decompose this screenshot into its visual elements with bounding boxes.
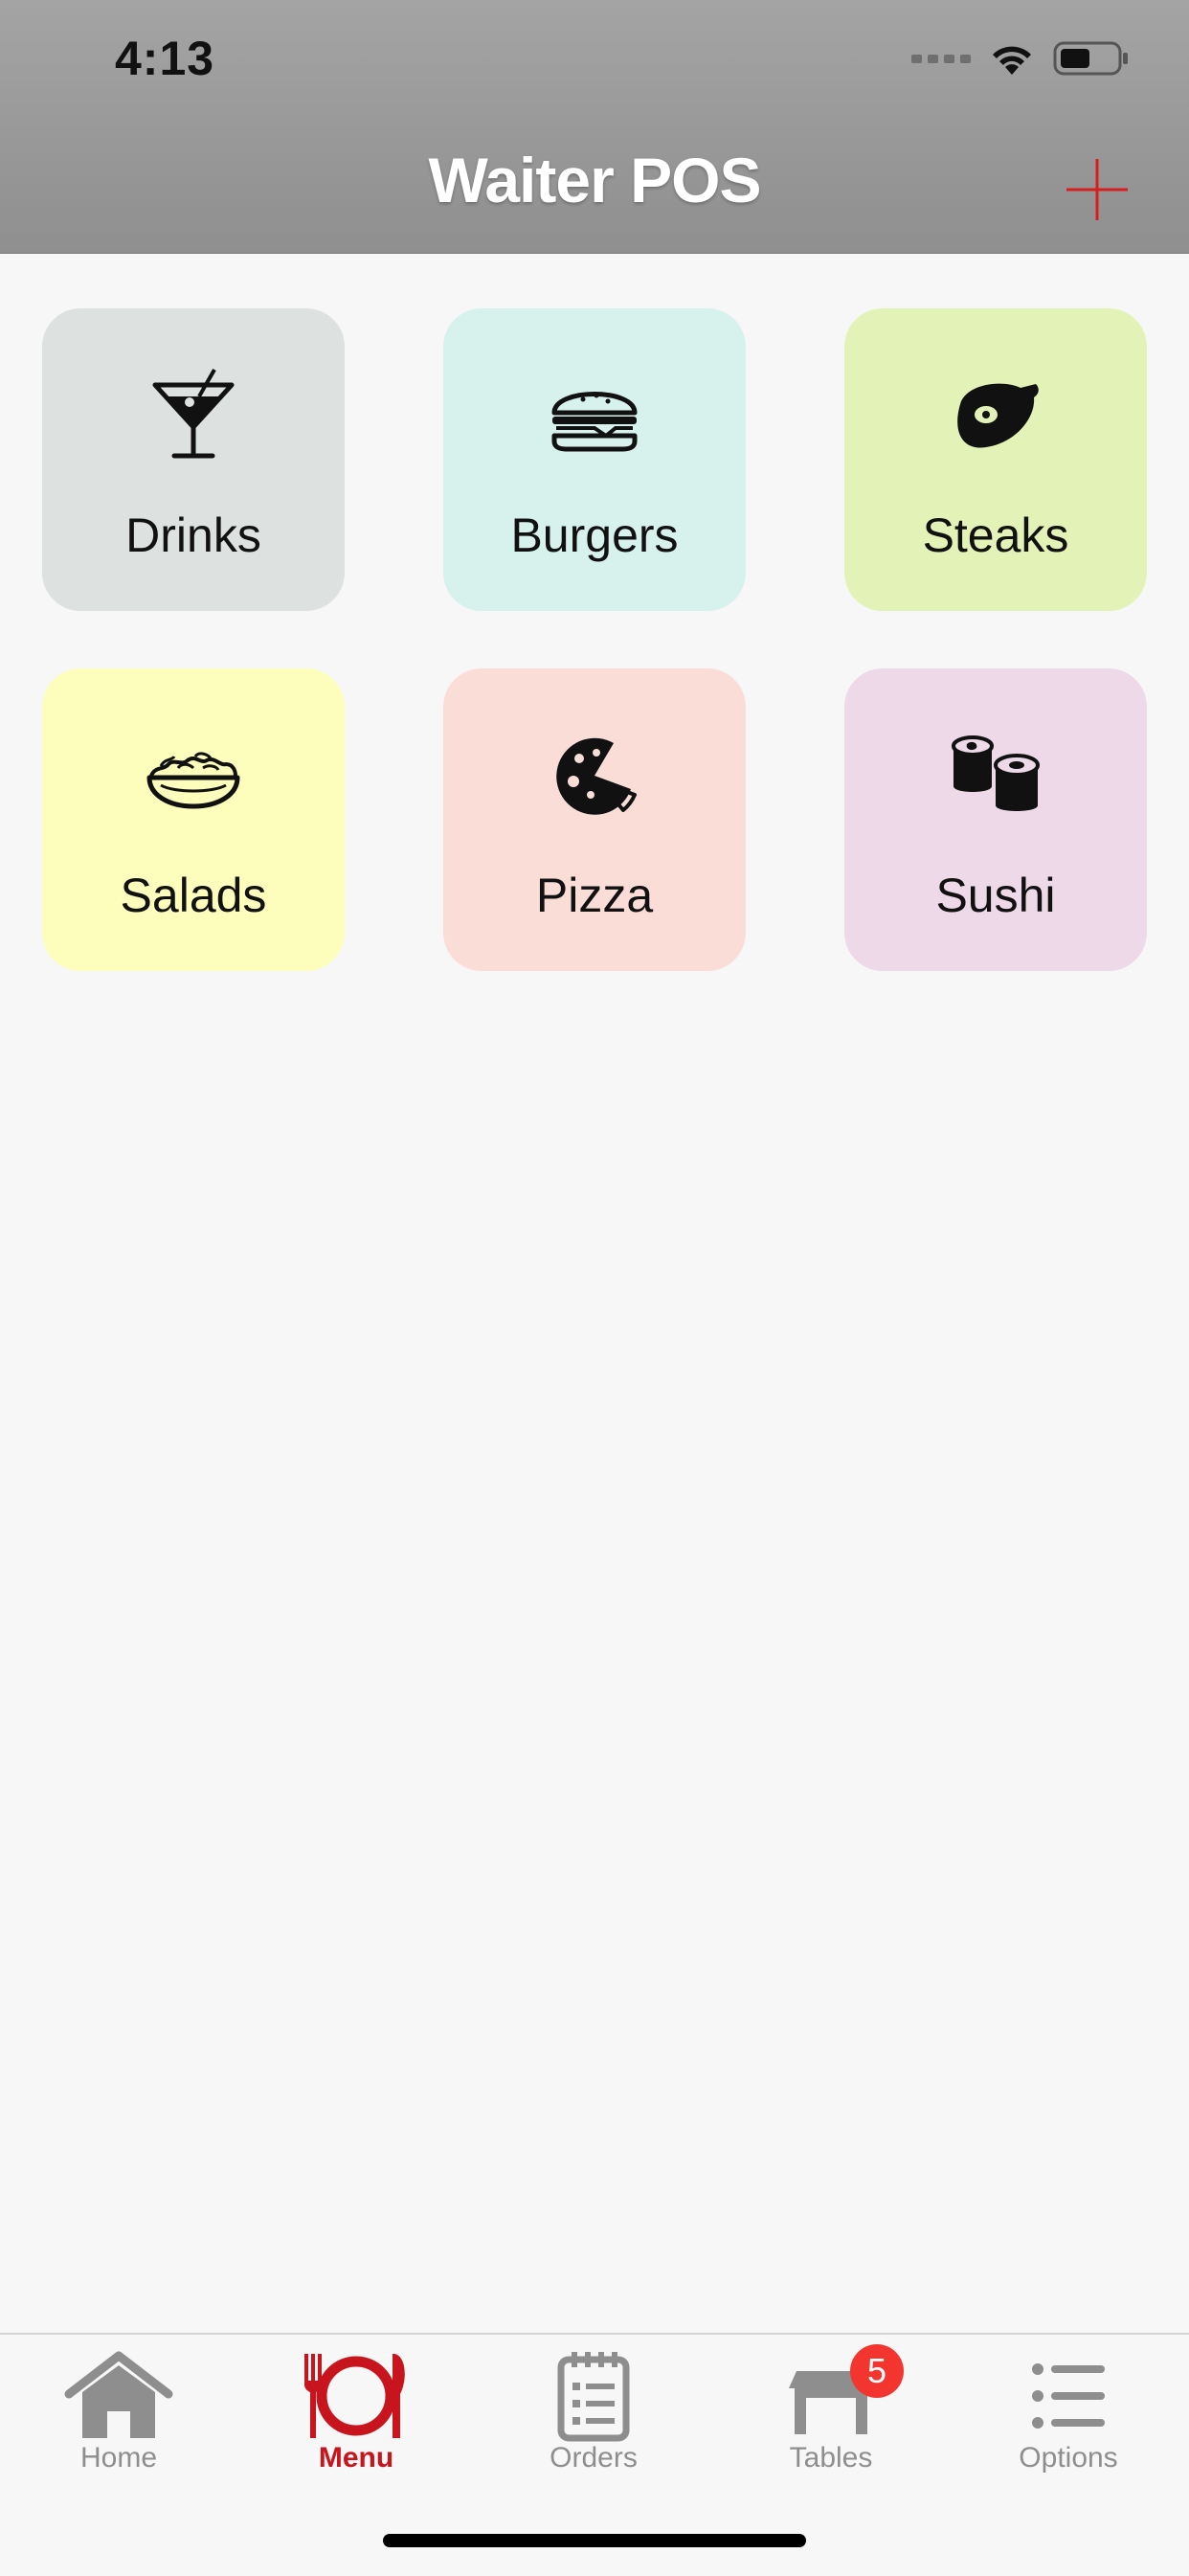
category-grid: Drinks Burgers Steaks Salads Pizza Sushi [42,308,1147,971]
tab-label: Orders [550,2442,638,2474]
sushi-icon [844,728,1147,824]
tab-label: Options [1019,2442,1118,2474]
category-label: Steaks [922,508,1069,562]
tab-home[interactable]: Home [0,2335,237,2488]
burger-icon [443,368,746,463]
tables-badge: 5 [850,2344,904,2398]
tab-options[interactable]: Options [950,2335,1187,2488]
plus-icon [1066,159,1128,220]
tab-label: Tables [789,2442,873,2474]
list-icon [950,2348,1187,2444]
add-button[interactable] [1063,155,1132,224]
table-icon [712,2348,950,2444]
pizza-icon [443,728,746,824]
category-label: Pizza [535,869,654,922]
tab-orders[interactable]: Orders [475,2335,712,2488]
signal-icon [911,54,971,63]
plate-cutlery-icon [237,2348,475,2444]
category-label: Sushi [935,869,1056,922]
tab-label: Home [79,2442,158,2474]
tab-tables[interactable]: 5 Tables [712,2335,950,2488]
category-label: Drinks [125,508,261,562]
clipboard-icon [475,2348,712,2444]
navigation-header: 4:13 Waiter POS [0,0,1189,254]
category-label: Burgers [510,508,679,562]
category-tile-salads[interactable]: Salads [42,668,345,971]
category-tile-steaks[interactable]: Steaks [844,308,1147,611]
home-indicator [383,2534,806,2547]
salad-icon [42,728,345,824]
category-tile-pizza[interactable]: Pizza [443,668,746,971]
category-label: Salads [120,869,267,922]
steak-icon [844,368,1147,463]
category-tile-burgers[interactable]: Burgers [443,308,746,611]
tab-label: Menu [318,2442,394,2474]
tab-menu[interactable]: Menu [237,2335,475,2488]
status-time: 4:13 [115,32,215,85]
wifi-icon [988,40,1036,77]
cocktail-icon [42,368,345,463]
battery-icon [1053,40,1130,77]
page-title: Waiter POS [428,145,762,215]
status-icons [911,40,1130,77]
category-tile-drinks[interactable]: Drinks [42,308,345,611]
category-tile-sushi[interactable]: Sushi [844,668,1147,971]
home-icon [0,2348,237,2444]
